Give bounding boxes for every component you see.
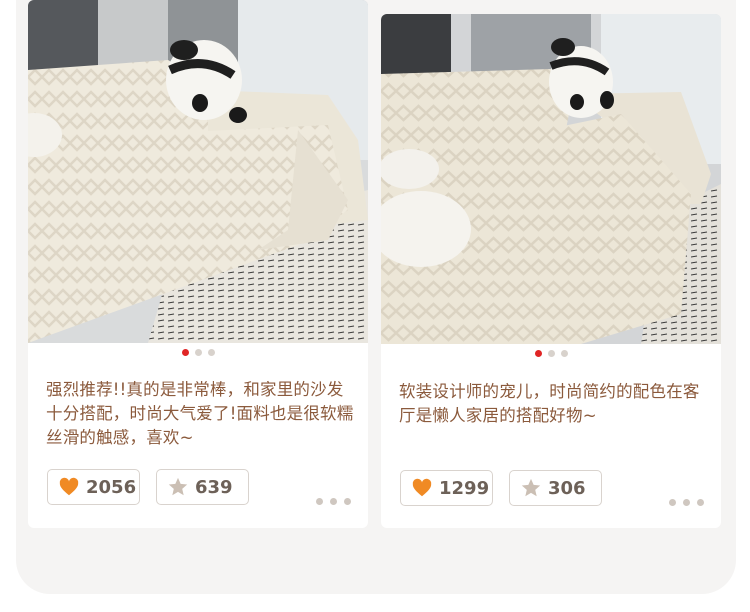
- carousel-indicator: [381, 350, 721, 357]
- heart-icon: [411, 477, 433, 499]
- carousel-indicator: [28, 349, 368, 356]
- review-photo[interactable]: [28, 0, 368, 343]
- favorite-button[interactable]: 639: [156, 469, 249, 505]
- carousel-dot[interactable]: [194, 349, 202, 356]
- carousel-dot[interactable]: [560, 350, 568, 357]
- carousel-dot[interactable]: [534, 350, 542, 357]
- more-dots-icon[interactable]: [662, 499, 704, 506]
- review-text: 软装设计师的宠儿，时尚简约的配色在客厅是懒人家居的搭配好物~: [399, 382, 700, 425]
- like-count: 1299: [439, 477, 490, 499]
- review-text: 强烈推荐!!真的是非常棒，和家里的沙发十分搭配，时尚大气爱了!面料也是很软糯丝滑…: [46, 380, 354, 447]
- like-button[interactable]: 2056: [47, 469, 140, 505]
- carousel-dot[interactable]: [547, 350, 555, 357]
- like-count: 2056: [86, 476, 137, 498]
- favorite-button[interactable]: 306: [509, 470, 602, 506]
- review-card: 软装设计师的宠儿，时尚简约的配色在客厅是懒人家居的搭配好物~ 1299 306: [381, 14, 721, 528]
- review-photo[interactable]: [381, 14, 721, 344]
- favorite-count: 306: [548, 477, 586, 499]
- carousel-dot[interactable]: [207, 349, 215, 356]
- more-dots-icon[interactable]: [309, 498, 351, 505]
- like-button[interactable]: 1299: [400, 470, 493, 506]
- star-icon: [167, 476, 189, 498]
- favorite-count: 639: [195, 476, 233, 498]
- heart-icon: [58, 476, 80, 498]
- carousel-dot[interactable]: [181, 349, 189, 356]
- review-card: 强烈推荐!!真的是非常棒，和家里的沙发十分搭配，时尚大气爱了!面料也是很软糯丝滑…: [28, 0, 368, 528]
- star-icon: [520, 477, 542, 499]
